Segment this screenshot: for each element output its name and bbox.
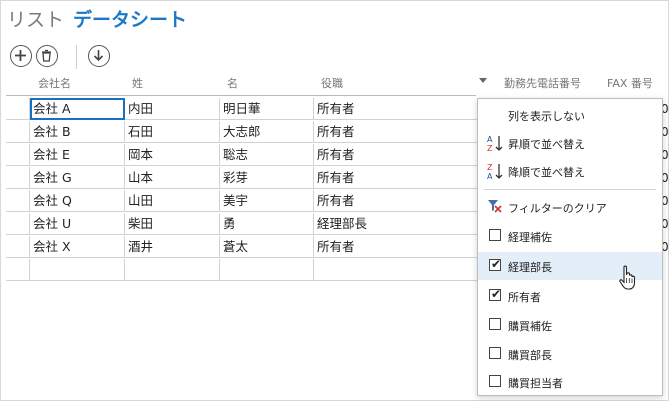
arrow-down-icon (93, 50, 104, 62)
filter-option[interactable]: 購買部長 (478, 340, 662, 368)
row-selector[interactable] (6, 167, 30, 189)
filter-checkbox[interactable] (489, 318, 501, 330)
filter-checkbox[interactable]: ✔ (489, 257, 502, 271)
cell-title[interactable]: 所有者 (314, 190, 484, 212)
cell-title[interactable]: 所有者 (314, 121, 484, 143)
filter-option-label: 所有者 (508, 291, 541, 304)
add-button[interactable] (10, 45, 32, 67)
cell-company[interactable]: 会社 G (30, 167, 125, 189)
cell-lastname[interactable]: 石田 (125, 121, 220, 143)
cell-firstname[interactable]: 蒼太 (220, 236, 314, 258)
row-selector[interactable] (6, 98, 30, 120)
cell-lastname[interactable] (125, 259, 220, 281)
menu-sort-descending[interactable]: Z A 降順で並べ替え (478, 157, 662, 185)
filter-option-label: 購買担当者 (508, 377, 563, 390)
svg-text:A: A (487, 172, 493, 180)
hand-pointer-icon (619, 265, 636, 290)
cell-firstname[interactable]: 彩芽 (220, 167, 314, 189)
row-selector[interactable] (6, 121, 30, 143)
cell-lastname[interactable]: 酒井 (125, 236, 220, 258)
filter-checkbox[interactable] (489, 229, 501, 241)
cell-title[interactable]: 所有者 (314, 144, 484, 166)
filter-checkbox[interactable] (489, 347, 501, 359)
cell-firstname[interactable] (220, 259, 314, 281)
sort-descending-icon: Z A (487, 163, 503, 180)
cell-lastname[interactable]: 内田 (125, 98, 220, 120)
filter-option-label: 経理部長 (508, 261, 552, 274)
cell-title[interactable] (314, 259, 484, 281)
filter-option[interactable]: 購買担当者 (478, 368, 662, 396)
menu-sort-ascending[interactable]: A Z 昇順で並べ替え (478, 129, 662, 157)
cell-company[interactable]: 会社 E (30, 144, 125, 166)
cell-firstname[interactable]: 美宇 (220, 190, 314, 212)
filter-checkbox[interactable] (489, 375, 501, 387)
plus-icon (15, 50, 26, 61)
download-button[interactable] (88, 45, 110, 67)
col-header-company[interactable]: 会社名 (38, 75, 71, 91)
cell-title[interactable]: 経理部長 (314, 213, 484, 235)
row-selector[interactable] (6, 190, 30, 212)
row-selector[interactable] (6, 259, 30, 281)
tab-list[interactable]: リスト (7, 5, 64, 32)
col-header-fax[interactable]: FAX 番号 (607, 75, 653, 91)
cell-lastname[interactable]: 山田 (125, 190, 220, 212)
col-header-lastname[interactable]: 姓 (132, 75, 143, 91)
filter-option[interactable]: 経理補佐 (478, 222, 662, 250)
cell-firstname[interactable]: 大志郎 (220, 121, 314, 143)
filter-option-label: 経理補佐 (508, 231, 552, 244)
cell-firstname[interactable]: 聡志 (220, 144, 314, 166)
trash-icon (42, 49, 51, 62)
cell-title[interactable]: 所有者 (314, 167, 484, 189)
check-icon: ✔ (491, 257, 502, 271)
row-selector[interactable] (6, 236, 30, 258)
cell-company[interactable]: 会社 U (30, 213, 125, 235)
row-selector[interactable] (6, 213, 30, 235)
filter-option-label: 購買補佐 (508, 320, 552, 333)
cell-company[interactable] (30, 259, 125, 281)
column-filter-menu: 列を表示しない A Z 昇順で並べ替え Z A 降順で並べ替え フィルターのクリ… (477, 98, 663, 396)
menu-hide-column[interactable]: 列を表示しない (478, 101, 662, 129)
menu-divider (484, 189, 656, 190)
column-dropdown-arrow[interactable] (479, 78, 487, 83)
filter-checkbox[interactable]: ✔ (489, 287, 502, 301)
delete-button[interactable] (36, 45, 58, 67)
col-header-firstname[interactable]: 名 (227, 75, 238, 91)
filter-option-label: 購買部長 (508, 349, 552, 362)
menu-clear-filter[interactable]: フィルターのクリア (478, 193, 662, 221)
cell-lastname[interactable]: 岡本 (125, 144, 220, 166)
toolbar-divider (76, 45, 77, 69)
cell-company[interactable]: 会社 Q (30, 190, 125, 212)
svg-text:Z: Z (487, 163, 493, 172)
cell-title[interactable]: 所有者 (314, 98, 484, 120)
cell-firstname[interactable]: 明日華 (220, 98, 314, 120)
sort-ascending-icon: A Z (487, 135, 503, 152)
filter-option[interactable]: 購買補佐 (478, 311, 662, 339)
header-divider (6, 95, 476, 96)
check-icon: ✔ (491, 287, 502, 301)
menu-sort-ascending-label: 昇順で並べ替え (508, 138, 585, 151)
menu-clear-filter-label: フィルターのクリア (508, 202, 607, 215)
menu-sort-descending-label: 降順で並べ替え (508, 166, 585, 179)
cell-firstname[interactable]: 勇 (220, 213, 314, 235)
clear-filter-icon (488, 200, 502, 213)
cell-company[interactable]: 会社 A (30, 98, 125, 120)
cell-title[interactable]: 所有者 (314, 236, 484, 258)
svg-text:Z: Z (487, 144, 493, 152)
cell-lastname[interactable]: 山本 (125, 167, 220, 189)
tab-datasheet[interactable]: データシート (73, 5, 187, 32)
menu-hide-column-label: 列を表示しない (508, 110, 585, 123)
cell-company[interactable]: 会社 B (30, 121, 125, 143)
row-selector[interactable] (6, 144, 30, 166)
col-header-work-phone[interactable]: 勤務先電話番号 (504, 75, 581, 91)
cell-lastname[interactable]: 柴田 (125, 213, 220, 235)
cell-company[interactable]: 会社 X (30, 236, 125, 258)
col-header-title[interactable]: 役職 (321, 75, 343, 91)
svg-text:A: A (487, 135, 493, 144)
